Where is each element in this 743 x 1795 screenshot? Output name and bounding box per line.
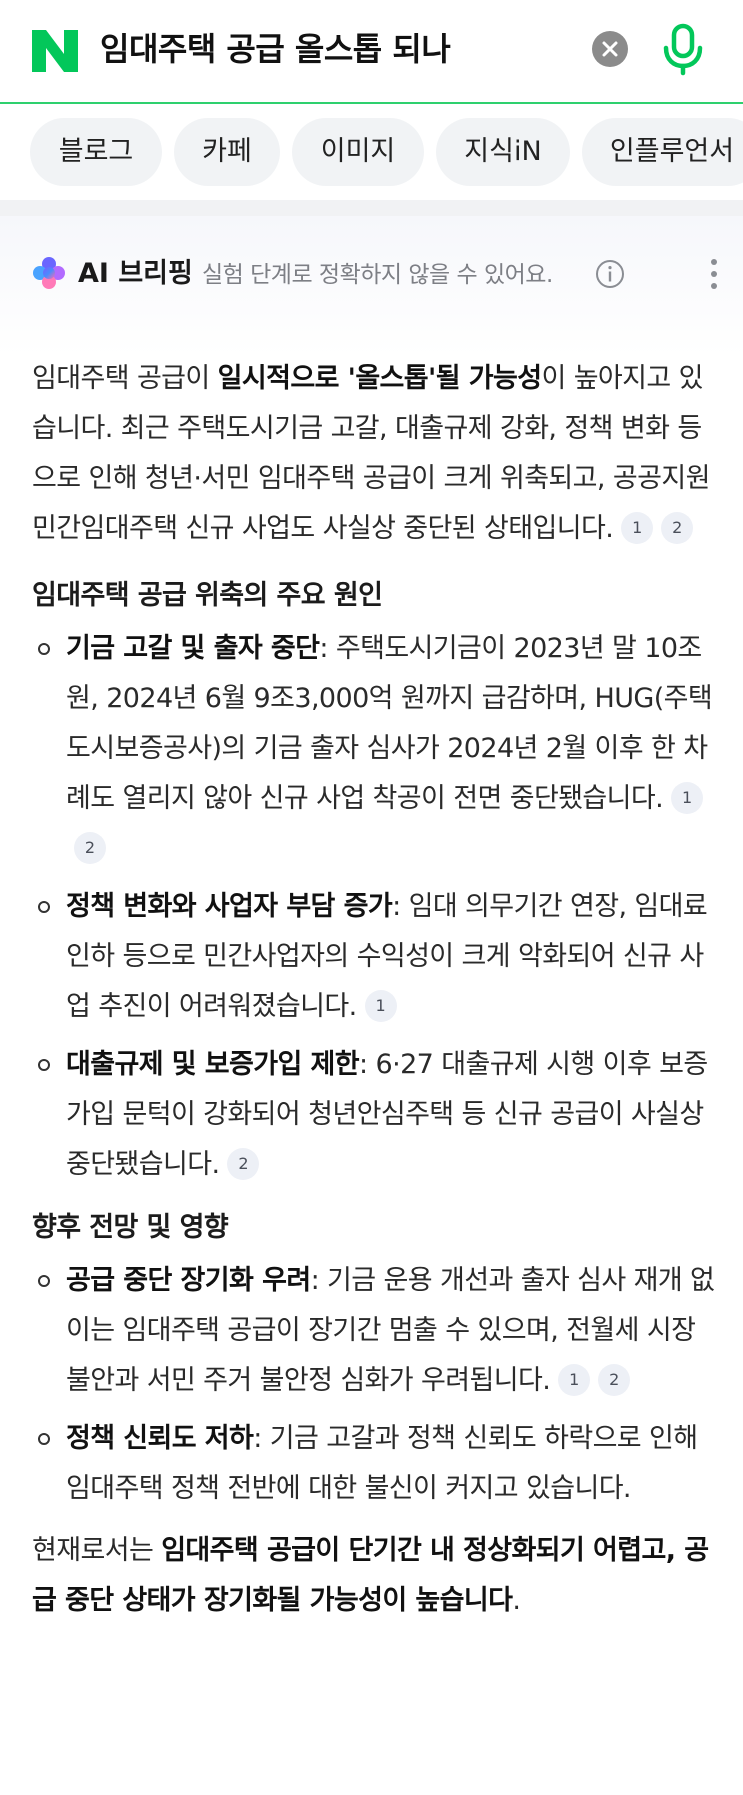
info-icon[interactable] [595, 259, 625, 289]
more-vertical-icon[interactable] [704, 256, 724, 292]
ai-disclaimer: 실험 단계로 정확하지 않을 수 있어요. [202, 262, 553, 288]
list-item: 기금 고갈 및 출자 중단: 주택도시기금이 2023년 말 10조 원, 20… [32, 624, 722, 874]
outlook-list: 공급 중단 장기화 우려: 기금 운용 개선과 출자 심사 재개 없이는 임대주… [32, 1256, 722, 1514]
search-input[interactable]: 임대주택 공급 올스톱 되나 [100, 26, 451, 72]
bullet-icon [38, 1059, 50, 1071]
item-title: 대출규제 및 보증가입 제한 [66, 1049, 360, 1080]
conclusion-text: 현재로서는 [32, 1535, 162, 1566]
item-title: 정책 변화와 사업자 부담 증가 [66, 891, 393, 922]
conclusion-paragraph: 현재로서는 임대주택 공급이 단기간 내 정상화되기 어렵고, 공급 중단 상태… [32, 1526, 722, 1626]
ai-sparkle-icon [33, 257, 65, 289]
tab-blog[interactable]: 블로그 [30, 118, 162, 186]
ai-briefing-title: AI 브리핑 [78, 258, 193, 289]
list-item: 대출규제 및 보증가입 제한: 6·27 대출규제 시행 이후 보증가입 문턱이… [32, 1040, 722, 1190]
list-item: 공급 중단 장기화 우려: 기금 운용 개선과 출자 심사 재개 없이는 임대주… [32, 1256, 722, 1406]
list-item: 정책 신뢰도 저하: 기금 고갈과 정책 신뢰도 하락으로 인해 임대주택 정책… [32, 1414, 722, 1514]
tab-images[interactable]: 이미지 [292, 118, 424, 186]
intro-text: 임대주택 공급이 [32, 363, 218, 394]
citation-badge[interactable]: 1 [671, 782, 704, 814]
section-heading-outlook: 향후 전망 및 영향 [32, 1212, 229, 1243]
section-heading-causes: 임대주택 공급 위축의 주요 원인 [32, 580, 383, 611]
tab-influencer[interactable]: 인플루언서 [582, 118, 743, 186]
intro-paragraph: 임대주택 공급이 일시적으로 '올스톱'될 가능성이 높아지고 있습니다. 최근… [32, 354, 722, 554]
mic-icon [663, 23, 703, 76]
category-tabs: 블로그 카페 이미지 지식iN 인플루언서 [0, 104, 743, 200]
ai-briefing-content: 임대주택 공급이 일시적으로 '올스톱'될 가능성이 높아지고 있습니다. 최근… [32, 354, 722, 1626]
intro-highlight: 일시적으로 '올스톱'될 가능성 [217, 363, 542, 394]
citation-badge[interactable]: 2 [227, 1148, 260, 1180]
search-bar: 임대주택 공급 올스톱 되나 [0, 0, 743, 104]
clear-search-button[interactable] [592, 31, 628, 67]
bullet-icon [38, 1433, 50, 1445]
ai-briefing-header: AI 브리핑 실험 단계로 정확하지 않을 수 있어요. [32, 254, 722, 294]
bullet-icon [38, 643, 50, 655]
item-title: 정책 신뢰도 저하 [66, 1423, 254, 1454]
tab-cafe[interactable]: 카페 [174, 118, 280, 186]
citation-badge[interactable]: 1 [558, 1364, 591, 1396]
section-divider [0, 200, 743, 216]
naver-logo[interactable] [30, 28, 80, 74]
causes-list: 기금 고갈 및 출자 중단: 주택도시기금이 2023년 말 10조 원, 20… [32, 624, 722, 1190]
citation-badge[interactable]: 1 [364, 990, 397, 1022]
clear-icon [602, 41, 618, 57]
bullet-icon [38, 1275, 50, 1287]
ai-briefing-panel: AI 브리핑 실험 단계로 정확하지 않을 수 있어요. 임대주택 공급이 일시… [0, 216, 743, 1795]
citation-badge[interactable]: 1 [621, 512, 654, 544]
voice-search-button[interactable] [660, 22, 706, 76]
citation-badge[interactable]: 2 [598, 1364, 631, 1396]
tab-knowledge-in[interactable]: 지식iN [436, 118, 570, 186]
citation-badge[interactable]: 2 [661, 512, 694, 544]
bullet-icon [38, 901, 50, 913]
list-item: 정책 변화와 사업자 부담 증가: 임대 의무기간 연장, 임대료 인하 등으로… [32, 882, 722, 1032]
item-title: 공급 중단 장기화 우려 [66, 1265, 311, 1296]
conclusion-end: . [512, 1585, 521, 1616]
item-title: 기금 고갈 및 출자 중단 [66, 633, 320, 664]
citation-badge[interactable]: 2 [74, 832, 106, 864]
